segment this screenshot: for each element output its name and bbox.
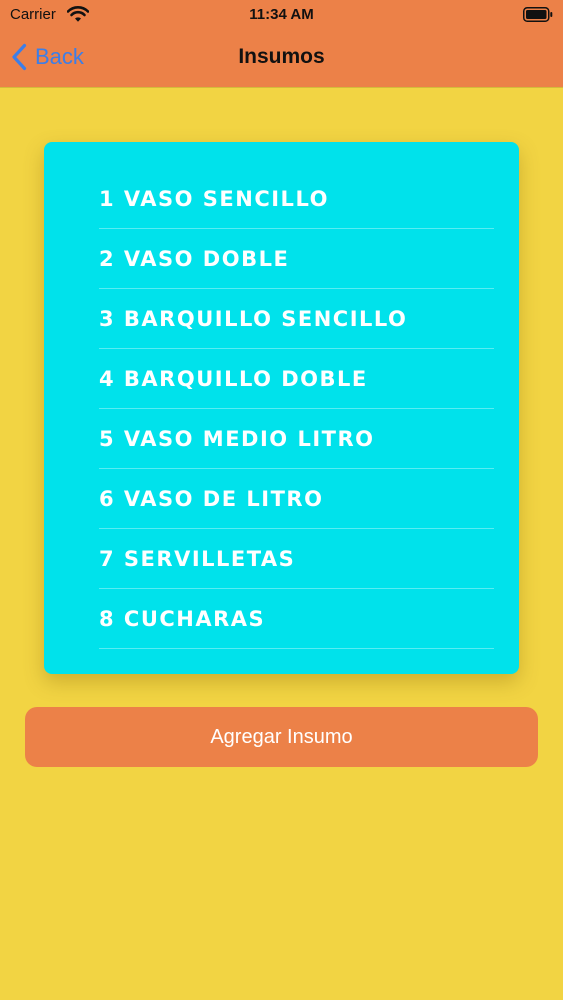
list-item[interactable]: 5 VASO MEDIO LITRO bbox=[99, 409, 494, 469]
list-item[interactable]: 7 SERVILLETAS bbox=[99, 529, 494, 589]
add-insumo-button[interactable]: Agregar Insumo bbox=[25, 707, 538, 767]
list-item-label: 3 BARQUILLO SENCILLO bbox=[99, 306, 408, 331]
clock: 11:34 AM bbox=[249, 6, 314, 23]
list-item-label: 1 VASO SENCILLO bbox=[99, 186, 329, 211]
battery-icon bbox=[523, 7, 553, 22]
navigation-bar: Back Insumos bbox=[0, 30, 563, 87]
list-item-label: 5 VASO MEDIO LITRO bbox=[99, 426, 375, 451]
list-item[interactable]: 1 VASO SENCILLO bbox=[99, 169, 494, 229]
list-item[interactable]: 3 BARQUILLO SENCILLO bbox=[99, 289, 494, 349]
list-item-label: 6 VASO DE LITRO bbox=[99, 486, 324, 511]
list-item[interactable]: 6 VASO DE LITRO bbox=[99, 469, 494, 529]
status-bar: Carrier 11:34 AM bbox=[0, 0, 563, 30]
list-item-label: 7 SERVILLETAS bbox=[99, 546, 296, 571]
list-item[interactable]: 8 CUCHARAS bbox=[99, 589, 494, 649]
list-item-label: 4 BARQUILLO DOBLE bbox=[99, 366, 368, 391]
insumos-card: 1 VASO SENCILLO 2 VASO DOBLE 3 BARQUILLO… bbox=[44, 142, 519, 674]
list-item-label: 2 VASO DOBLE bbox=[99, 246, 290, 271]
list-item-label: 8 CUCHARAS bbox=[99, 606, 266, 631]
insumos-list: 1 VASO SENCILLO 2 VASO DOBLE 3 BARQUILLO… bbox=[99, 169, 494, 649]
page-title: Insumos bbox=[238, 45, 325, 68]
list-item[interactable]: 2 VASO DOBLE bbox=[99, 229, 494, 289]
list-item[interactable]: 4 BARQUILLO DOBLE bbox=[99, 349, 494, 409]
